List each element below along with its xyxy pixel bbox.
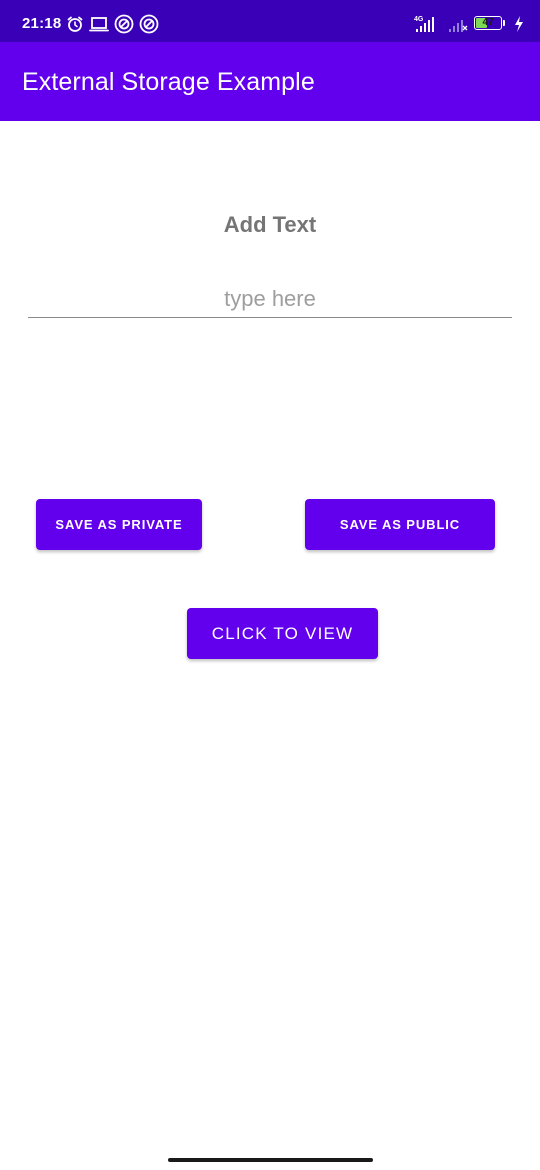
alarm-icon: [66, 15, 84, 33]
status-bar: 21:18 4G 47: [0, 0, 540, 42]
save-private-button[interactable]: SAVE AS PRIVATE: [36, 499, 202, 550]
signal-4g-icon: 4G: [414, 14, 442, 34]
charging-icon: [514, 16, 524, 32]
status-icons-right: 4G 47: [414, 13, 524, 35]
battery-level: 47: [482, 17, 494, 28]
app-bar: External Storage Example: [0, 42, 540, 121]
view-button[interactable]: CLICK TO VIEW: [187, 608, 378, 659]
status-icons-left: [66, 14, 159, 34]
app-notification-icon: [139, 14, 159, 34]
add-text-heading: Add Text: [223, 212, 317, 237]
app-notification-icon: [114, 14, 134, 34]
signal-no-sim-icon: [448, 14, 468, 34]
status-time: 21:18: [22, 15, 62, 32]
battery-icon: 47: [474, 16, 508, 32]
network-type-label: 4G: [414, 16, 424, 23]
app-title: External Storage Example: [22, 68, 315, 96]
text-input[interactable]: [28, 280, 512, 318]
laptop-icon: [89, 15, 109, 33]
home-indicator[interactable]: [168, 1158, 373, 1162]
save-public-button[interactable]: SAVE AS PUBLIC: [305, 499, 495, 550]
